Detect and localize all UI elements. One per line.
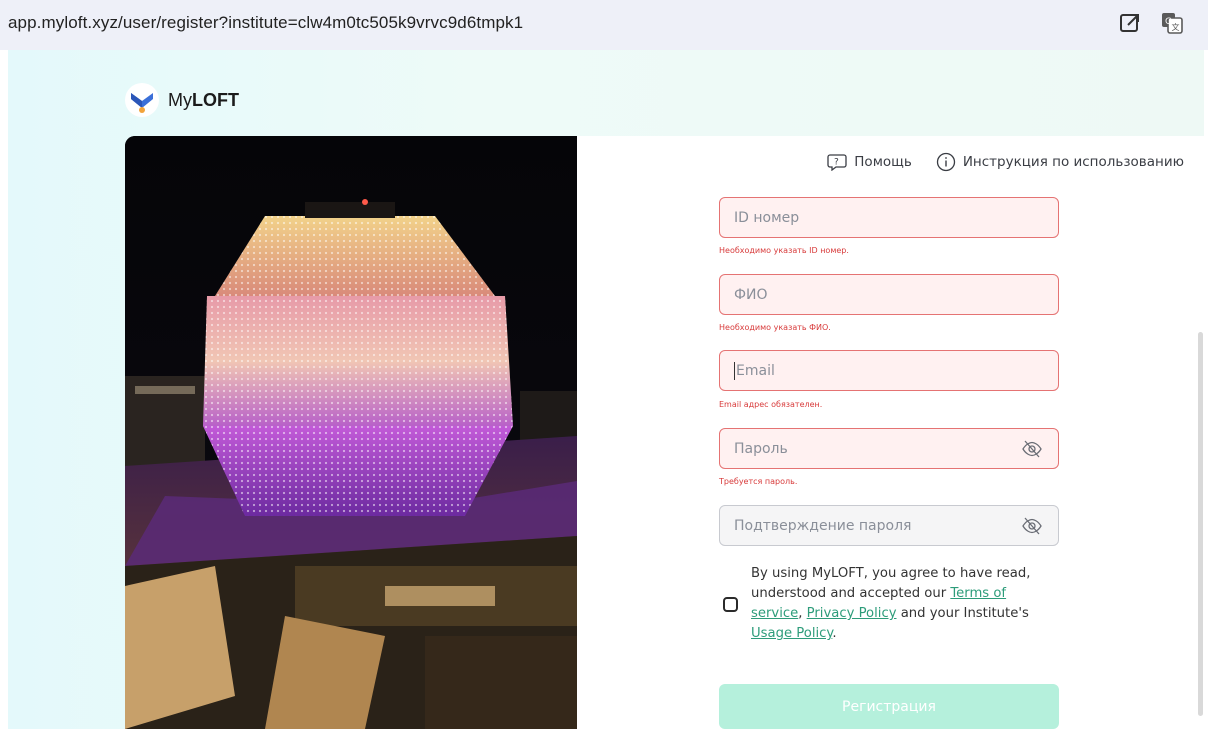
eye-off-icon[interactable] bbox=[1022, 440, 1042, 458]
email-error: Email адрес обязателен. bbox=[719, 400, 823, 409]
full-name-field[interactable]: ФИО bbox=[719, 274, 1059, 315]
consent-text: By using MyLOFT, you agree to have read,… bbox=[751, 564, 1061, 644]
scrollbar[interactable] bbox=[1198, 332, 1203, 716]
email-placeholder: Email bbox=[736, 362, 775, 379]
usage-policy-link[interactable]: Usage Policy bbox=[751, 626, 832, 641]
registration-panel: ? Помощь Инструкция по использованию ID … bbox=[577, 136, 1204, 729]
svg-text:文: 文 bbox=[1172, 22, 1180, 32]
building-illustration bbox=[125, 136, 577, 729]
instructions-link-label: Инструкция по использованию bbox=[962, 154, 1184, 170]
text-caret bbox=[734, 361, 735, 380]
consent-checkbox[interactable] bbox=[723, 597, 738, 612]
id-number-placeholder: ID номер bbox=[734, 209, 800, 226]
help-link[interactable]: ? Помощь bbox=[827, 153, 912, 171]
consent-end: . bbox=[832, 626, 837, 641]
register-button[interactable]: Регистрация bbox=[719, 684, 1059, 729]
translate-icon[interactable]: G 文 bbox=[1160, 11, 1184, 35]
confirm-password-placeholder: Подтверждение пароля bbox=[734, 517, 912, 534]
consent-text-part: and your Institute's bbox=[896, 606, 1029, 621]
info-icon bbox=[936, 152, 955, 172]
help-link-label: Помощь bbox=[854, 154, 912, 170]
url-text[interactable]: app.myloft.xyz/user/register?institute=c… bbox=[8, 13, 523, 33]
hero-image bbox=[125, 136, 577, 729]
password-field[interactable]: Пароль bbox=[719, 428, 1059, 469]
help-icon: ? bbox=[827, 154, 847, 171]
email-field[interactable]: Email bbox=[719, 350, 1059, 391]
id-number-field[interactable]: ID номер bbox=[719, 197, 1059, 238]
myloft-logo[interactable]: MyLOFT bbox=[124, 82, 239, 118]
myloft-logo-icon bbox=[125, 83, 159, 117]
id-number-error: Необходимо указать ID номер. bbox=[719, 246, 849, 255]
confirm-password-field[interactable]: Подтверждение пароля bbox=[719, 505, 1059, 546]
privacy-policy-link[interactable]: Privacy Policy bbox=[807, 606, 897, 621]
eye-off-icon[interactable] bbox=[1022, 517, 1042, 535]
full-name-error: Необходимо указать ФИО. bbox=[719, 323, 831, 332]
svg-text:?: ? bbox=[834, 158, 839, 168]
instructions-link[interactable]: Инструкция по использованию bbox=[936, 152, 1184, 172]
consent-separator: , bbox=[798, 606, 807, 621]
help-links: ? Помощь Инструкция по использованию bbox=[827, 152, 1184, 172]
password-placeholder: Пароль bbox=[734, 440, 788, 457]
browser-url-bar: app.myloft.xyz/user/register?institute=c… bbox=[0, 0, 1208, 50]
password-error: Требуется пароль. bbox=[719, 477, 798, 486]
logo-text: MyLOFT bbox=[168, 89, 239, 110]
open-in-new-window-icon[interactable] bbox=[1118, 11, 1142, 35]
full-name-placeholder: ФИО bbox=[734, 286, 768, 303]
